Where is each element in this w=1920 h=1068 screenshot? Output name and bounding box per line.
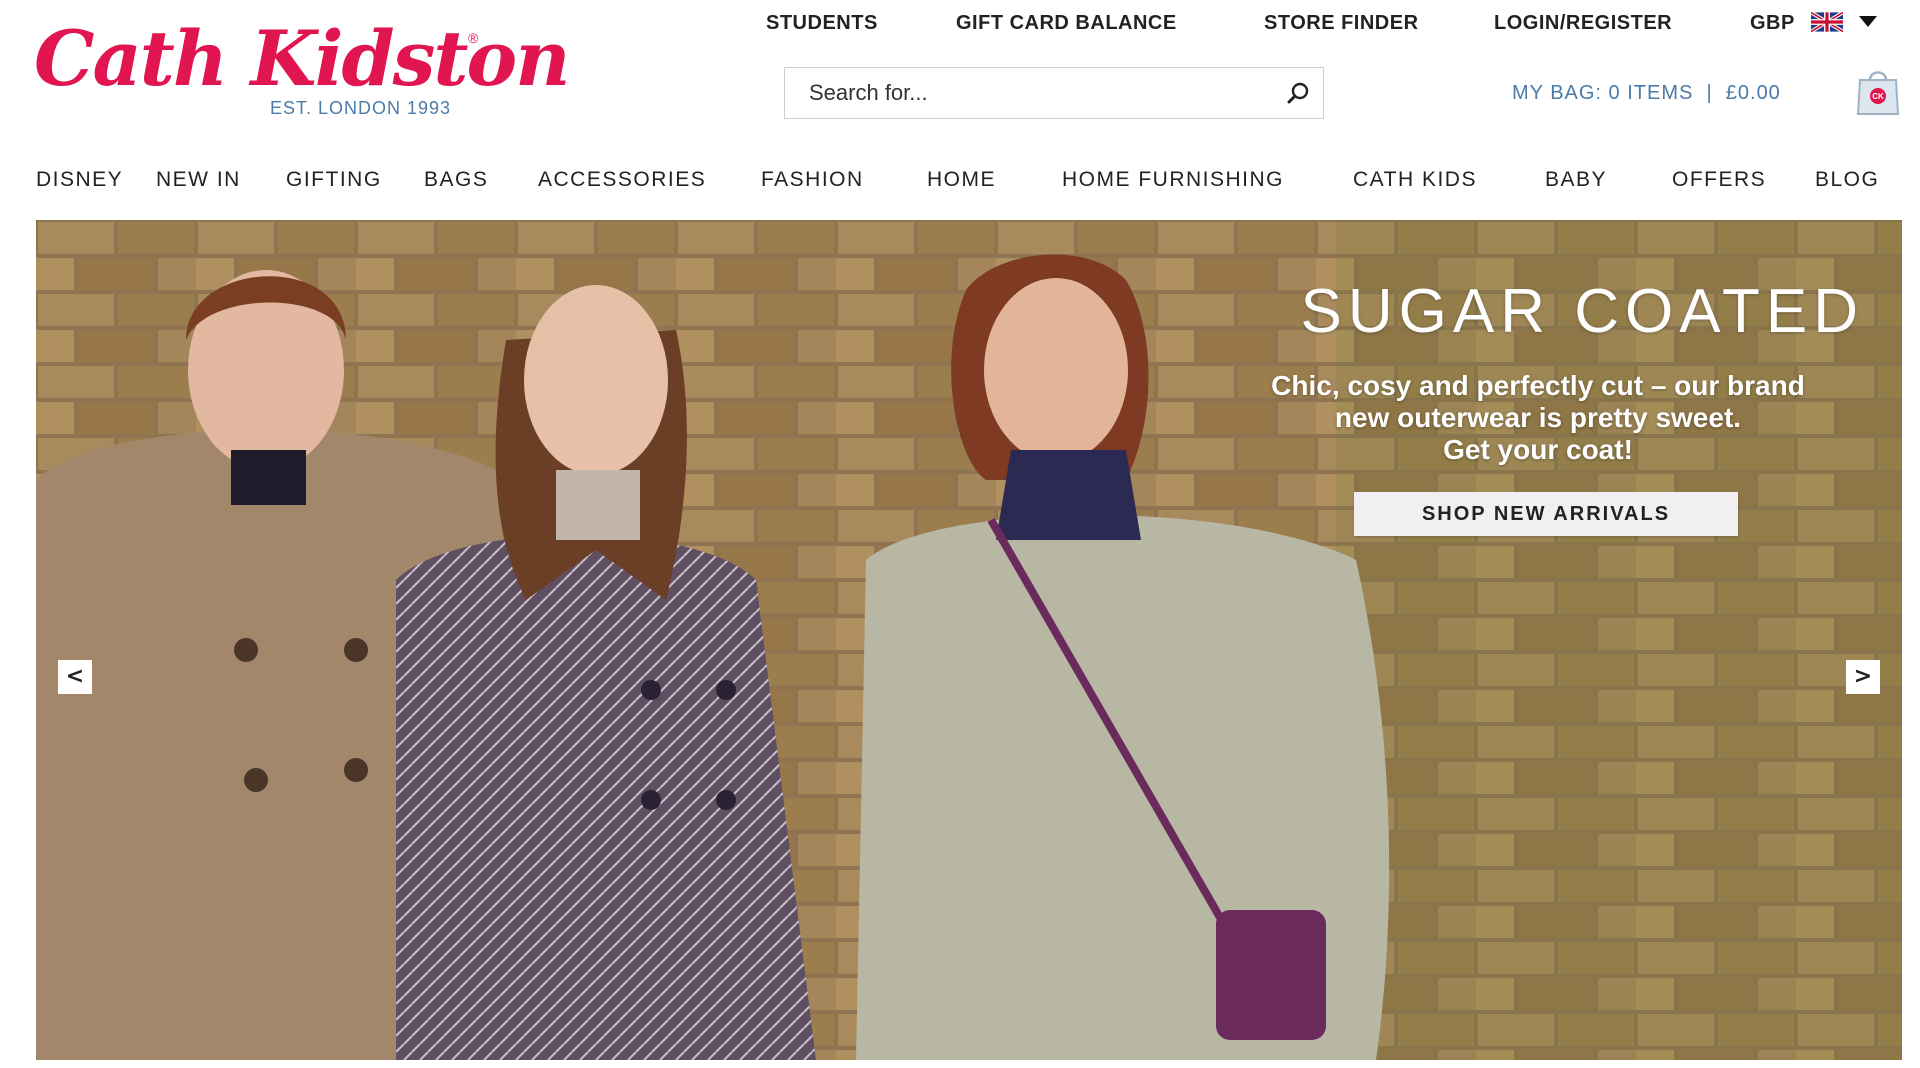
search-icon[interactable] — [1285, 79, 1313, 107]
hero-title: SUGAR COATED — [1300, 277, 1864, 346]
my-bag-summary[interactable]: MY BAG: 0 ITEMS | £0.00 — [1512, 82, 1781, 105]
bag-icon-text: CK — [1872, 92, 1884, 101]
carousel-next-button[interactable]: > — [1846, 660, 1880, 694]
caret-down-icon — [1858, 16, 1877, 27]
nav-item-accessories[interactable]: ACCESSORIES — [538, 168, 706, 192]
logo-tagline: EST. LONDON 1993 — [270, 98, 452, 118]
search-input[interactable] — [785, 68, 1265, 118]
hero-copy-line: new outerwear is pretty sweet. — [1334, 402, 1742, 433]
hero-banner[interactable]: SUGAR COATED Chic, cosy and perfectly cu… — [36, 220, 1902, 1060]
nav-item-offers[interactable]: OFFERS — [1672, 168, 1766, 192]
nav-item-baby[interactable]: BABY — [1545, 168, 1607, 192]
nav-item-gifting[interactable]: GIFTING — [286, 168, 382, 192]
search-box — [784, 67, 1324, 119]
currency-selector[interactable]: GBP — [1750, 12, 1877, 35]
login-register-link[interactable]: LOGIN/REGISTER — [1494, 12, 1672, 35]
nav-item-new-in[interactable]: NEW IN — [156, 168, 241, 192]
hero-copy: Chic, cosy and perfectly cut – our brand… — [1224, 370, 1852, 466]
nav-item-cath-kids[interactable]: CATH KIDS — [1353, 168, 1477, 192]
nav-item-blog[interactable]: BLOG — [1815, 168, 1879, 192]
hero-copy-line: Chic, cosy and perfectly cut – our brand — [1271, 370, 1805, 401]
shop-new-arrivals-button[interactable]: SHOP NEW ARRIVALS — [1354, 492, 1738, 536]
nav-item-home-furnishing[interactable]: HOME FURNISHING — [1062, 168, 1284, 192]
store-finder-link[interactable]: STORE FINDER — [1264, 12, 1419, 35]
nav-item-disney[interactable]: DISNEY — [36, 168, 123, 192]
students-link[interactable]: STUDENTS — [766, 12, 878, 35]
hero-copy-line: Get your coat! — [1443, 434, 1633, 465]
utility-nav: STUDENTS GIFT CARD BALANCE STORE FINDER … — [0, 12, 1920, 42]
carousel-prev-button[interactable]: < — [58, 660, 92, 694]
uk-flag-icon — [1810, 12, 1843, 32]
shopping-bag-icon[interactable]: CK — [1856, 64, 1900, 116]
nav-item-home[interactable]: HOME — [927, 168, 996, 192]
currency-code: GBP — [1750, 12, 1795, 34]
gift-card-balance-link[interactable]: GIFT CARD BALANCE — [956, 12, 1177, 35]
nav-item-bags[interactable]: BAGS — [424, 168, 488, 192]
main-nav: DISNEY NEW IN GIFTING BAGS ACCESSORIES F… — [0, 168, 1920, 198]
nav-item-fashion[interactable]: FASHION — [761, 168, 864, 192]
